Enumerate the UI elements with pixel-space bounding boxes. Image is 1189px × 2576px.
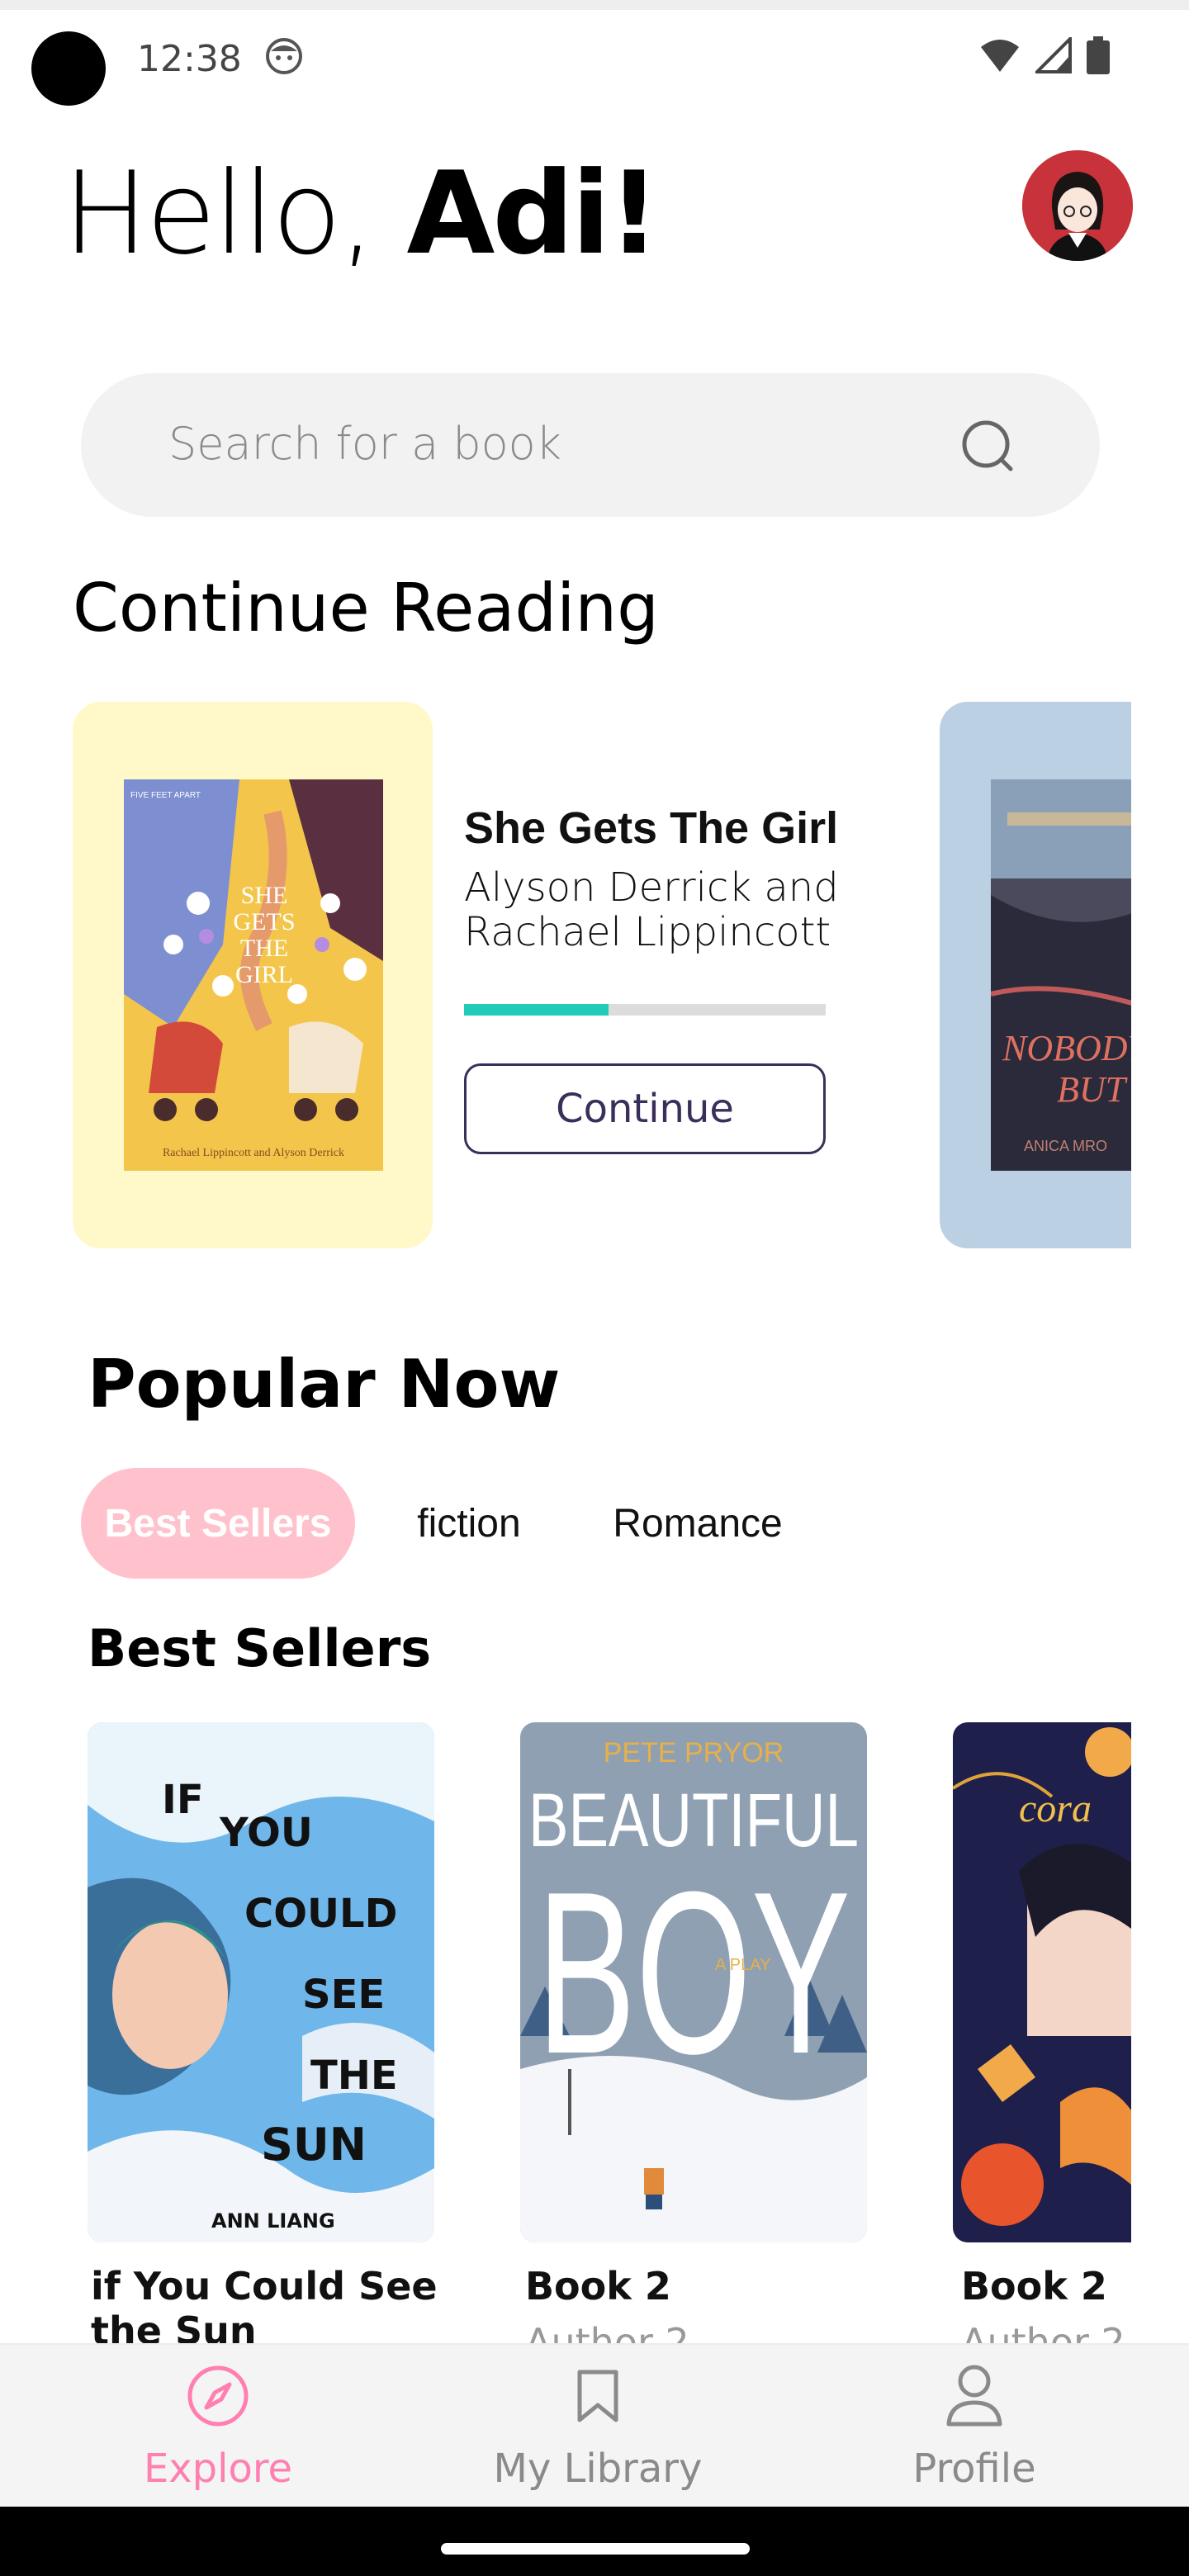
bookmark-icon xyxy=(563,2361,632,2431)
svg-text:Rachael Lippincott and Alyson: Rachael Lippincott and Alyson Derrick xyxy=(163,1147,344,1159)
greeting-heading: Hello, Adi! xyxy=(63,147,661,280)
search-input[interactable]: Search for a book xyxy=(168,418,561,470)
nav-profile[interactable]: Profile xyxy=(826,2345,1123,2508)
nav-explore[interactable]: Explore xyxy=(69,2345,367,2508)
search-bar[interactable]: Search for a book xyxy=(81,373,1100,517)
signal-icon xyxy=(1035,37,1072,73)
status-icons xyxy=(979,36,1110,74)
svg-text:FIVE FEET APART: FIVE FEET APART xyxy=(130,791,201,800)
book-cover-she-gets-the-girl[interactable]: FIVE FEET APART SHE GETS THE GIRL Rachae… xyxy=(124,779,383,1171)
book-cover-cora[interactable]: cora xyxy=(953,1722,1131,2242)
chip-fiction[interactable]: fiction xyxy=(388,1468,550,1579)
greeting-name: Adi! xyxy=(406,147,661,280)
svg-text:SEE: SEE xyxy=(302,1972,385,2018)
compass-icon xyxy=(183,2361,253,2431)
wifi-icon xyxy=(981,40,1019,72)
book-cover-if-you-could-see-the-sun[interactable]: IF YOU COULD SEE THE SUN ANN LIANG xyxy=(88,1722,434,2242)
svg-text:GETS: GETS xyxy=(234,908,296,935)
book-cover-nobody-but[interactable]: NOBODY BUT ANICA MRO xyxy=(991,779,1131,1171)
chip-best-sellers[interactable]: Best Sellers xyxy=(81,1468,355,1579)
svg-text:ANN LIANG: ANN LIANG xyxy=(211,2209,335,2233)
continue-reading-heading: Continue Reading xyxy=(73,570,659,646)
svg-text:BOY: BOY xyxy=(537,1844,850,2102)
battery-icon xyxy=(1087,36,1110,74)
book-cover-beautiful-boy[interactable]: PETE PRYOR BEAUTIFUL BOY A PLAY xyxy=(520,1722,867,2242)
app-screen: 12:38 Hello, Adi! Search for a book Cont… xyxy=(0,0,1189,2576)
book-title[interactable]: Book 2 xyxy=(961,2264,1107,2308)
svg-text:YOU: YOU xyxy=(219,1810,313,1856)
status-time: 12:38 xyxy=(137,38,242,80)
svg-text:ANICA MRO: ANICA MRO xyxy=(1024,1138,1107,1154)
svg-text:A PLAY: A PLAY xyxy=(715,1956,770,1974)
search-icon[interactable] xyxy=(959,418,1016,474)
system-navigation-bar xyxy=(0,2507,1189,2576)
popular-now-heading: Popular Now xyxy=(88,1346,561,1423)
reading-progress-fill xyxy=(464,1004,609,1016)
notification-face-icon xyxy=(264,36,304,76)
continue-book-title[interactable]: She Gets The Girl xyxy=(464,803,838,854)
bottom-navigation: Explore My Library Profile xyxy=(0,2343,1189,2507)
svg-text:SUN: SUN xyxy=(261,2119,367,2171)
continue-reading-card-next[interactable]: NOBODY BUT ANICA MRO xyxy=(940,702,1131,1248)
person-icon xyxy=(940,2361,1009,2431)
nav-my-library[interactable]: My Library xyxy=(449,2345,746,2508)
svg-text:GIRL: GIRL xyxy=(235,961,293,988)
svg-text:SHE: SHE xyxy=(241,882,288,909)
svg-text:THE: THE xyxy=(310,2053,398,2099)
home-gesture-handle[interactable] xyxy=(441,2543,750,2555)
nav-explore-label: Explore xyxy=(143,2446,293,2492)
continue-button[interactable]: Continue xyxy=(464,1063,826,1154)
svg-text:BUT: BUT xyxy=(1057,1069,1129,1110)
user-avatar[interactable] xyxy=(1022,150,1133,261)
nav-my-library-label: My Library xyxy=(493,2446,703,2492)
chip-romance[interactable]: Romance xyxy=(594,1468,801,1579)
svg-text:IF: IF xyxy=(162,1777,204,1823)
camera-cutout xyxy=(31,31,106,106)
svg-text:THE: THE xyxy=(240,935,288,962)
book-title[interactable]: Book 2 xyxy=(525,2264,671,2308)
continue-book-author: Alyson Derrick and Rachael Lippincott xyxy=(464,864,839,955)
reading-progress-bar xyxy=(464,1004,826,1016)
svg-text:cora: cora xyxy=(1019,1787,1092,1830)
best-sellers-heading: Best Sellers xyxy=(88,1618,432,1679)
book-title[interactable]: if You Could See the Sun xyxy=(91,2264,438,2353)
nav-profile-label: Profile xyxy=(912,2446,1036,2492)
svg-text:NOBODY: NOBODY xyxy=(1002,1028,1131,1068)
svg-text:PETE PRYOR: PETE PRYOR xyxy=(604,1737,784,1769)
top-strip xyxy=(0,0,1189,10)
greeting-prefix: Hello, xyxy=(63,147,376,280)
svg-text:COULD: COULD xyxy=(244,1891,397,1937)
